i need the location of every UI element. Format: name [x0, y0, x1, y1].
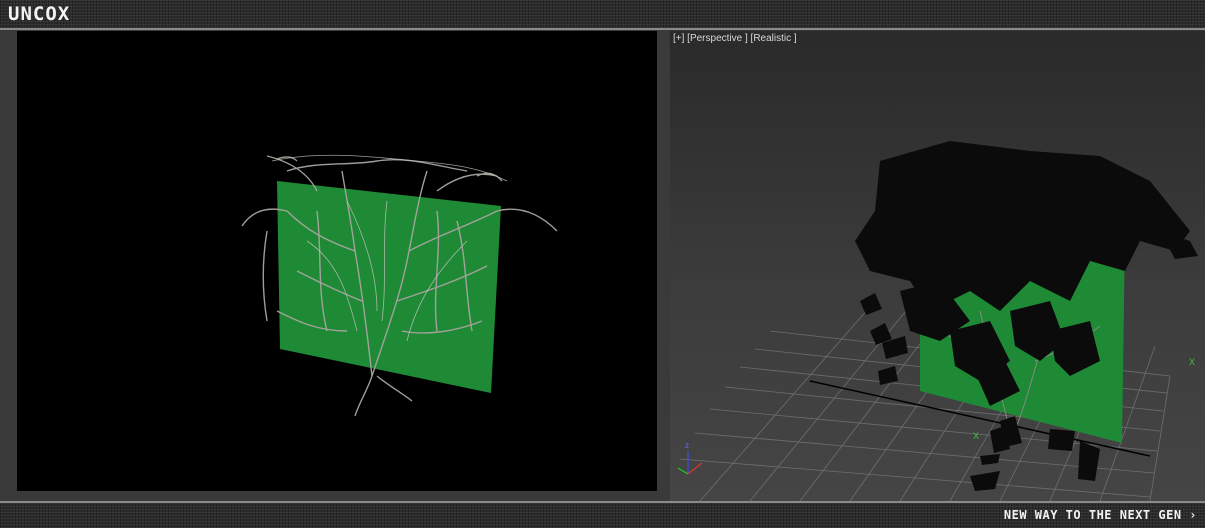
axis-z-label: z [685, 441, 689, 450]
footer-tagline[interactable]: NEW WAY TO THE NEXT GEN › [1004, 508, 1197, 522]
axis-x-grid-label: X [973, 431, 980, 441]
render-viewport[interactable] [17, 31, 657, 491]
top-header-bar: UNCOX [0, 0, 1205, 30]
green-wall [277, 181, 501, 393]
perspective-viewport[interactable]: [+] [Perspective ] [Realistic ] z X X [670, 31, 1205, 501]
brand-logo: UNCOX [8, 3, 71, 25]
viewport-label[interactable]: [+] [Perspective ] [Realistic ] [673, 33, 797, 44]
bottom-footer-bar: NEW WAY TO THE NEXT GEN › [0, 501, 1205, 528]
viewport-scene [677, 141, 1198, 501]
render-image [241, 154, 558, 417]
axis-x-edge-label: X [1189, 357, 1196, 367]
axis-gizmo [677, 451, 703, 475]
